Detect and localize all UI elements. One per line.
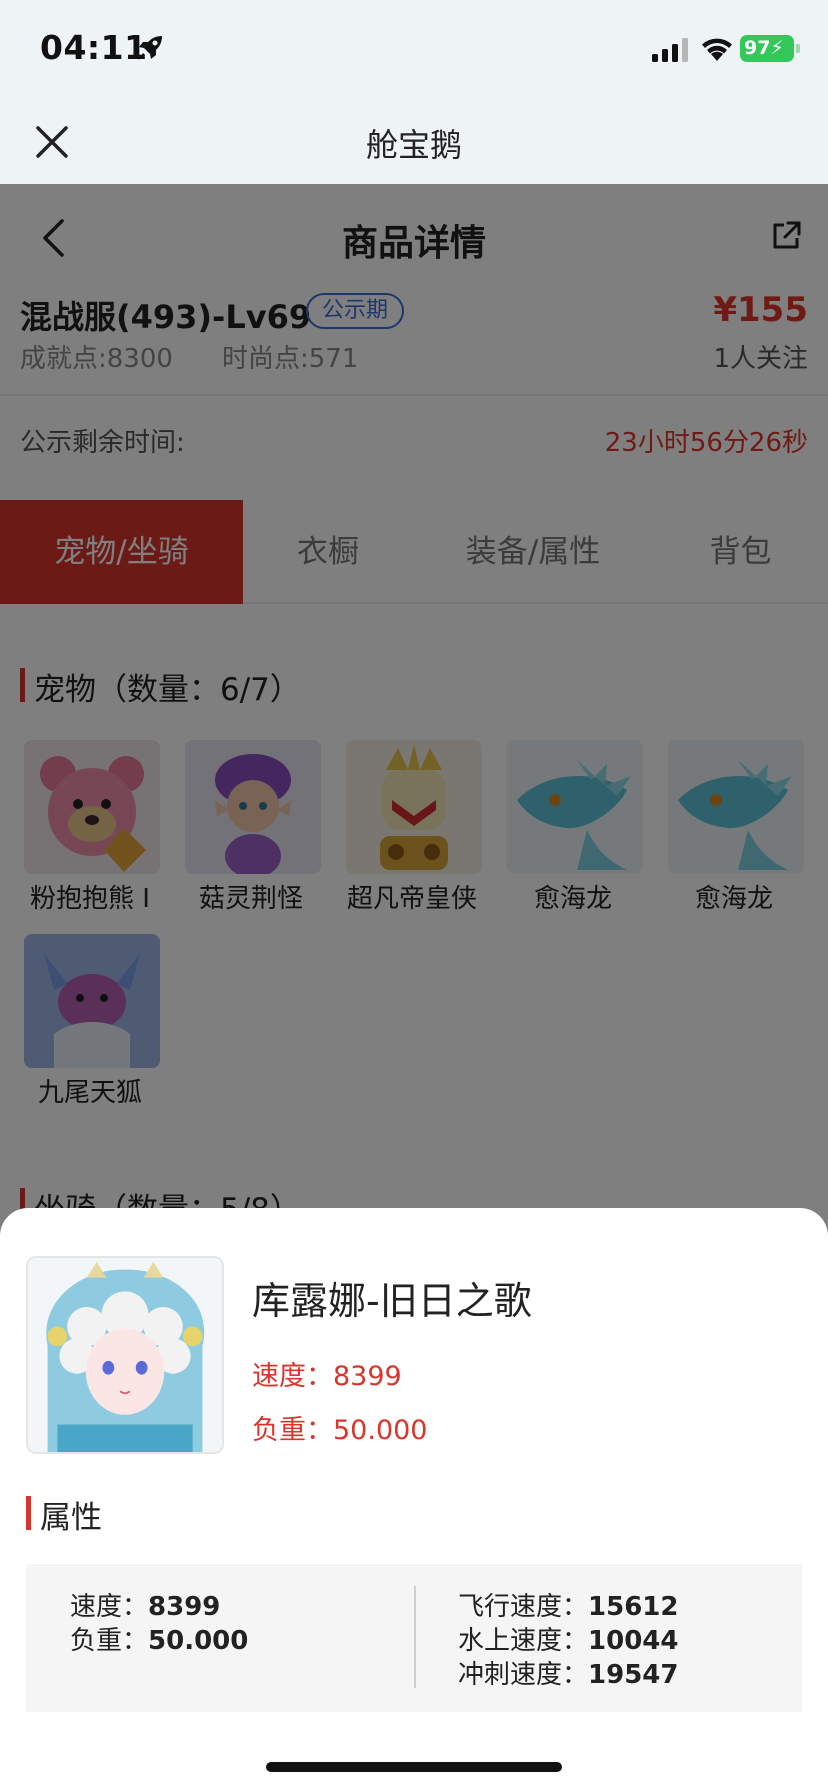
attr-label: 负重： <box>70 1626 149 1656</box>
signal-icon <box>652 38 688 62</box>
webview-title: 舱宝鹅 <box>365 126 462 164</box>
attr-dash-speed: 冲刺速度：19547 <box>458 1654 678 1691</box>
attr-value: 10044 <box>588 1626 679 1656</box>
mount-image <box>26 1256 224 1454</box>
mount-detail-sheet: 库露娜-旧日之歌 速度：8399 负重：50.000 属性 速度：8399 负重… <box>0 1208 828 1792</box>
attr-water-speed: 水上速度：10044 <box>458 1620 678 1657</box>
attr-load: 负重：50.000 <box>70 1620 248 1657</box>
attr-value: 50.000 <box>148 1626 249 1656</box>
battery-icon: 97⚡ <box>740 35 800 62</box>
attr-fly-speed: 飞行速度：15612 <box>458 1586 678 1623</box>
attr-value: 15612 <box>588 1592 679 1622</box>
attr-label: 飞行速度： <box>458 1592 589 1622</box>
attr-speed: 速度：8399 <box>70 1586 220 1623</box>
attr-label: 水上速度： <box>458 1626 589 1656</box>
mount-load: 负重：50.000 <box>252 1415 428 1446</box>
attr-divider <box>414 1586 416 1688</box>
attr-label: 冲刺速度： <box>458 1660 589 1690</box>
rocket-icon <box>138 36 162 60</box>
status-bar: 04:11 97⚡ <box>0 0 828 100</box>
attr-label: 速度： <box>70 1592 149 1622</box>
webview-header: 舱宝鹅 <box>0 100 828 184</box>
attributes-panel: 速度：8399 负重：50.000 飞行速度：15612 水上速度：10044 … <box>26 1564 802 1712</box>
attr-value: 19547 <box>588 1660 679 1690</box>
mount-speed: 速度：8399 <box>252 1361 402 1392</box>
battery-level: 97 <box>744 37 771 59</box>
attributes-title: 属性 <box>26 1492 102 1537</box>
mount-name: 库露娜-旧日之歌 <box>252 1279 532 1323</box>
home-indicator[interactable] <box>266 1762 562 1772</box>
attr-value: 8399 <box>148 1592 221 1622</box>
status-time: 04:11 <box>40 28 148 67</box>
wifi-icon <box>702 38 732 61</box>
